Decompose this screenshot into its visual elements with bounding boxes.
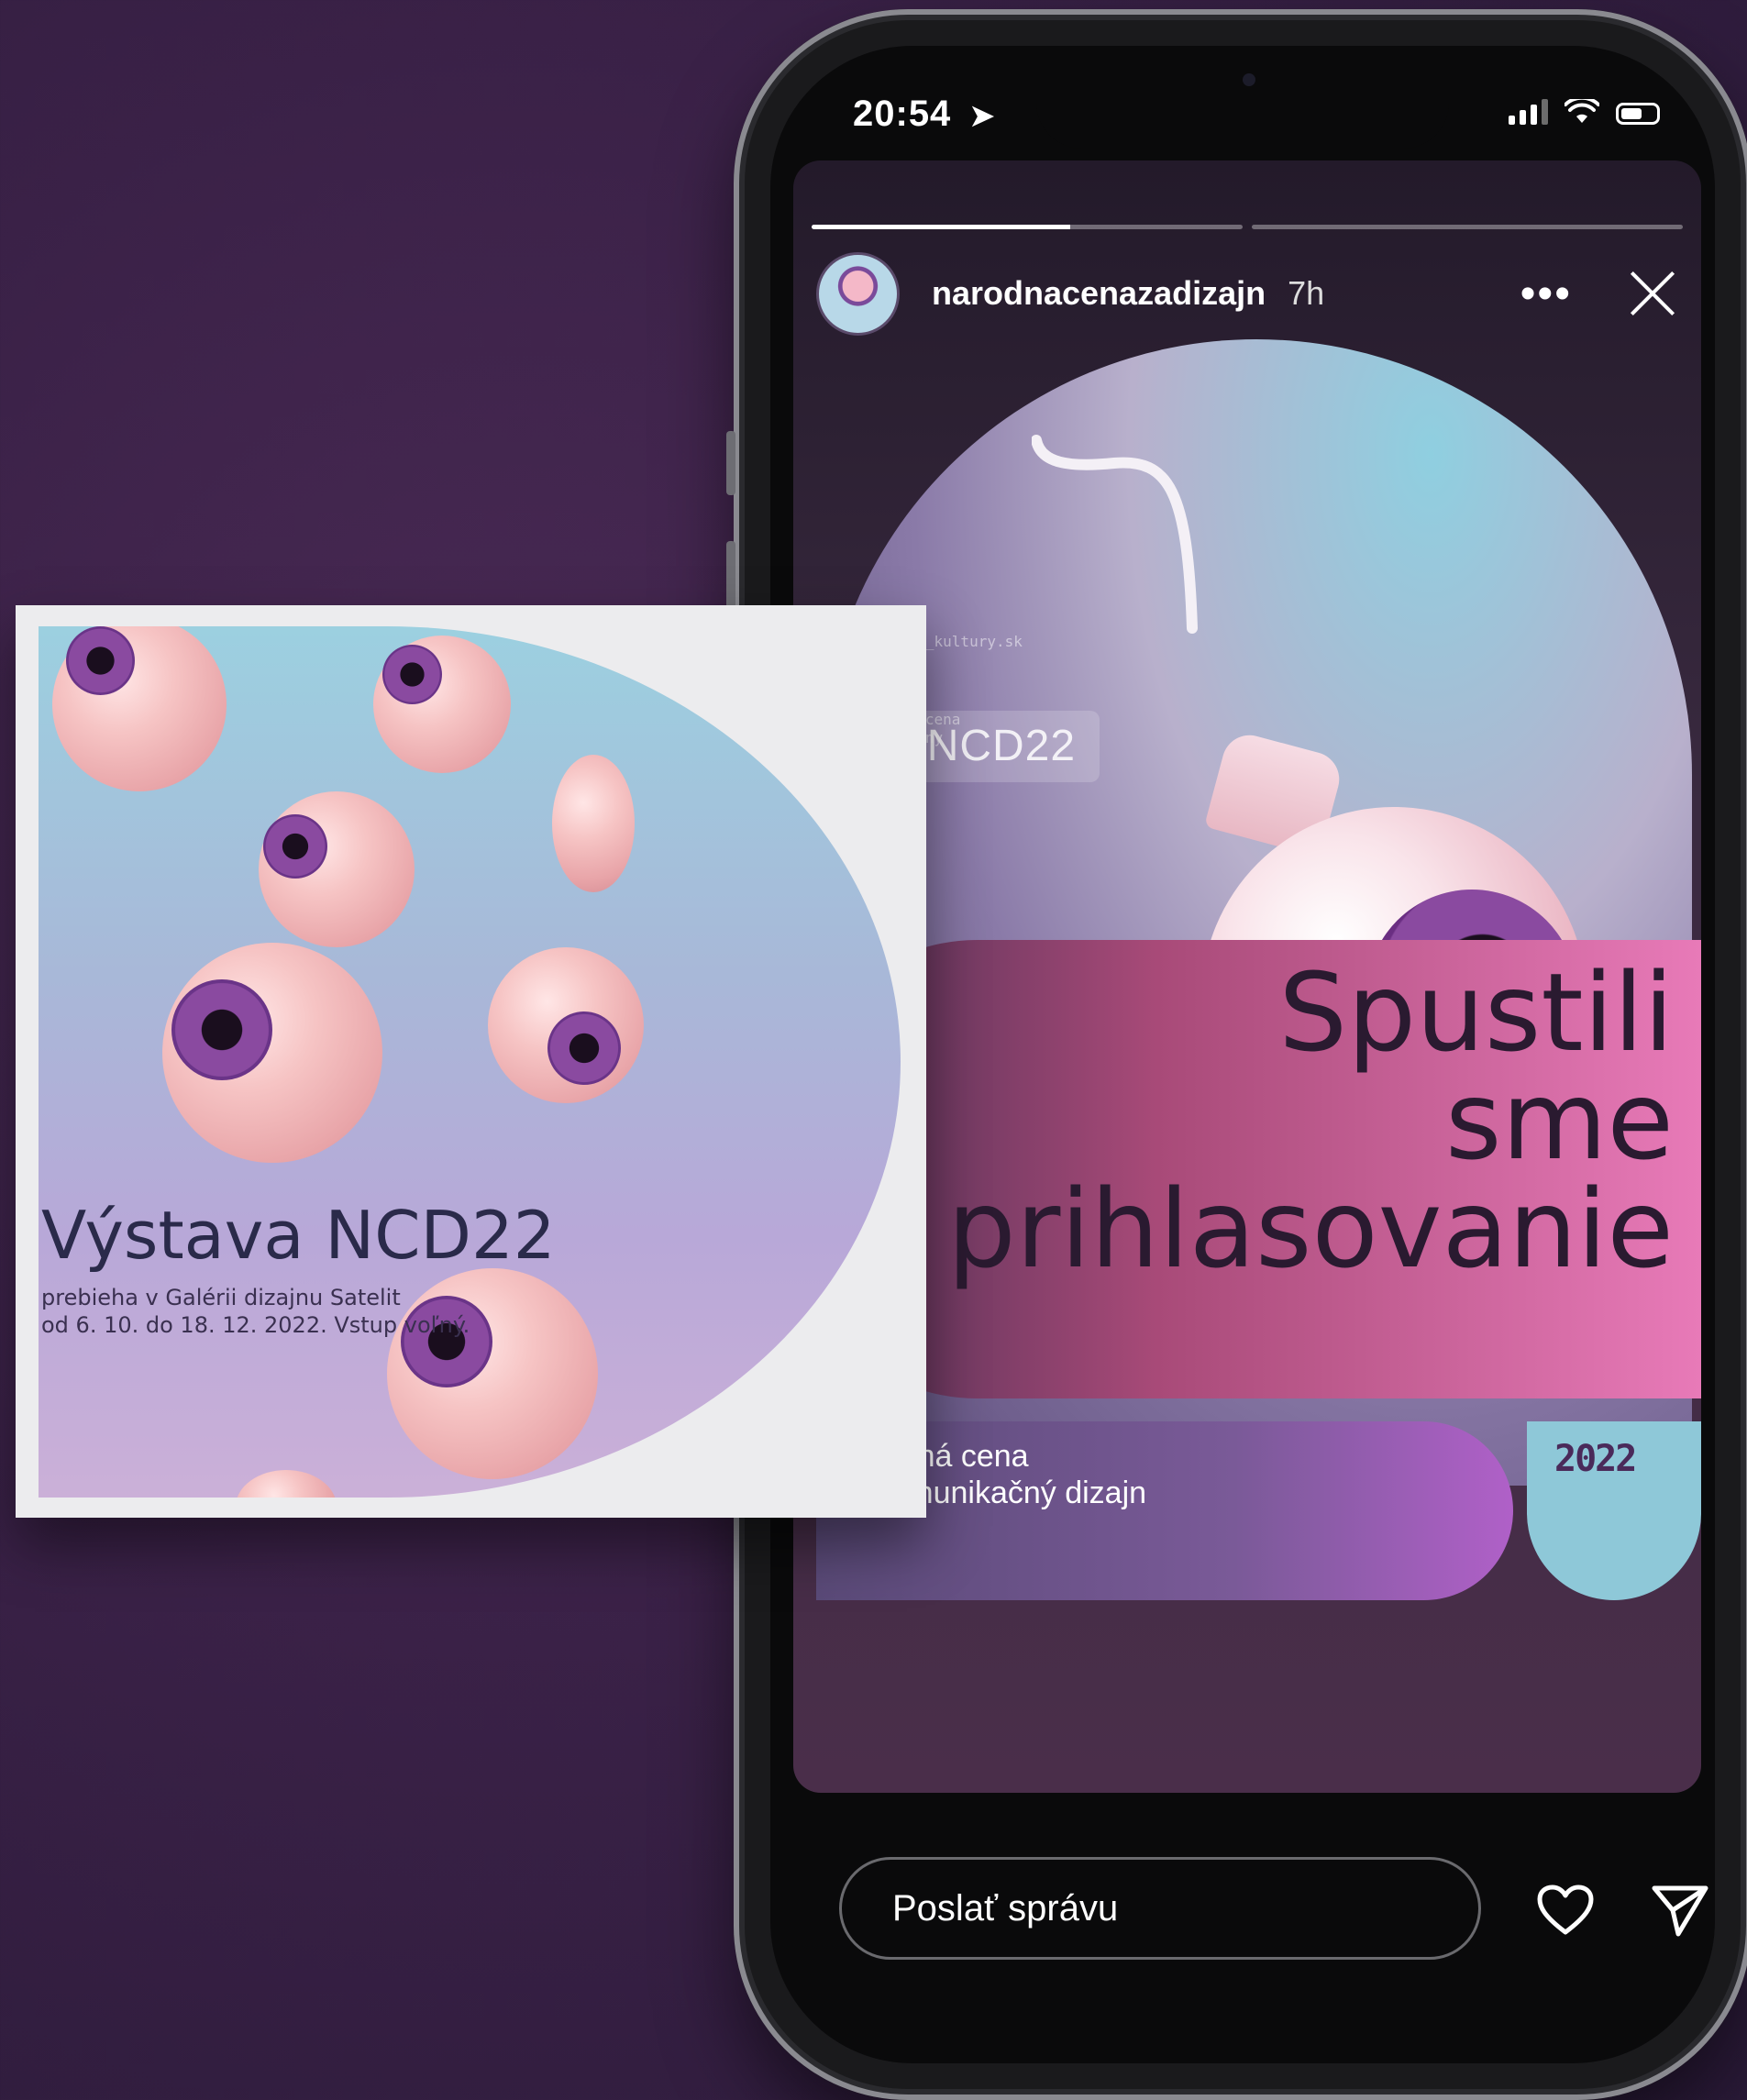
post-card — [16, 605, 926, 1518]
eyeball — [236, 1470, 337, 1498]
status-icons — [1509, 99, 1660, 125]
post-title: Výstava NCD22 — [41, 1197, 556, 1274]
front-camera — [1243, 73, 1255, 86]
story-time: 7h — [1288, 274, 1325, 312]
story-header: narodnacenazadizajn 7h ••• — [816, 251, 1678, 336]
post-subtitle-line: od 6. 10. do 18. 12. 2022. Vstup voľný. — [41, 1312, 470, 1338]
wifi-icon — [1565, 99, 1599, 123]
story-view[interactable]: narodnacenazadizajn 7h ••• tvo_kultury.s… — [793, 160, 1701, 1793]
cellular-signal-icon — [1509, 99, 1548, 125]
eyeball — [488, 947, 644, 1103]
eyeball — [162, 943, 382, 1163]
mute-switch — [726, 431, 735, 495]
post-subtitle-line: prebieha v Galérii dizajnu Satelit — [41, 1285, 401, 1310]
headline-line: sme — [1444, 1057, 1674, 1184]
status-time-text: 20:54 — [853, 94, 952, 134]
headline: Spustili sme prihlasovanie — [947, 958, 1674, 1283]
eyeball — [259, 791, 415, 947]
close-icon[interactable] — [1627, 268, 1678, 319]
eyeball — [552, 755, 635, 892]
fuse-graphic — [1032, 435, 1198, 634]
post-subtitle: prebieha v Galérii dizajnu Satelit od 6.… — [41, 1284, 470, 1339]
story-progress — [812, 225, 1683, 229]
more-horizontal-icon[interactable]: ••• — [1520, 269, 1572, 319]
message-input[interactable]: Poslať správu — [839, 1857, 1481, 1960]
send-icon[interactable] — [1651, 1883, 1709, 1938]
year-badge: 2022 — [1527, 1421, 1701, 1600]
avatar[interactable] — [816, 251, 900, 336]
headline-line: Spustili — [1278, 949, 1674, 1076]
year-text: 2022 — [1554, 1438, 1637, 1480]
story-username[interactable]: narodnacenazadizajn — [932, 274, 1266, 313]
status-time: 20:54 ➤ — [853, 94, 995, 135]
heart-icon[interactable] — [1536, 1884, 1595, 1936]
headline-line: prihlasovanie — [946, 1166, 1674, 1292]
notch — [1036, 46, 1449, 149]
location-arrow-icon: ➤ — [969, 99, 996, 132]
eyeball — [52, 626, 227, 791]
eyeball — [373, 636, 511, 773]
post-artwork — [39, 626, 901, 1498]
battery-icon — [1616, 103, 1660, 125]
progress-segment — [812, 225, 1243, 229]
progress-segment — [1252, 225, 1683, 229]
